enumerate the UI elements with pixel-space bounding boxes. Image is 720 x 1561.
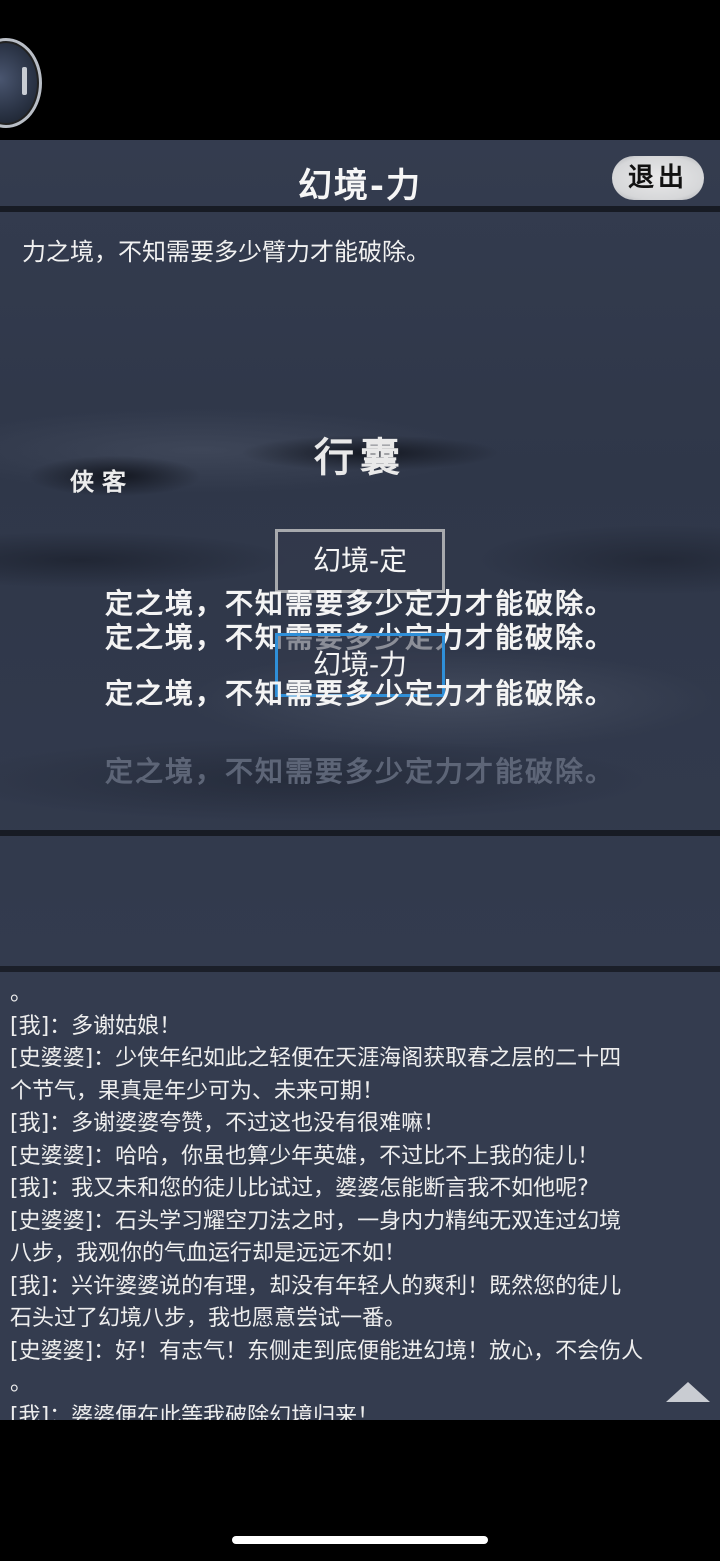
divider — [0, 830, 720, 836]
chat-log[interactable]: 。 [我]：多谢姑娘！ [史婆婆]：少侠年纪如此之轻便在天涯海阁获取春之层的二十… — [0, 966, 720, 1420]
chat-line: [我]：我又未和您的徒儿比试过，婆婆怎能断言我不如他呢? — [10, 1176, 589, 1201]
chat-line: [史婆婆]：少侠年纪如此之轻便在天涯海阁获取春之层的二十四 — [10, 1046, 622, 1071]
floating-text-line: 定之境，不知需要多少定力才能破除。 — [104, 677, 615, 710]
chat-line: [我]：多谢婆婆夸赞，不过这也没有很难嘛！ — [10, 1111, 446, 1136]
chat-line: 石头过了幻境八步，我也愿意尝试一番。 — [10, 1306, 407, 1331]
chat-line: [史婆婆]：好！有志气！东侧走到底便能进幻境！放心，不会伤人 — [10, 1338, 644, 1364]
chat-line: [史婆婆]：石头学习耀空刀法之时，一身内力精纯无双连过幻境 — [10, 1208, 622, 1234]
chat-line: [我]：婆婆便在此等我破除幻境归来！ — [10, 1403, 380, 1421]
home-indicator[interactable] — [232, 1536, 488, 1544]
chat-line: 个节气，果真是年少可为、未来可期！ — [10, 1078, 385, 1104]
dialog-description: 力之境，不知需要多少臂力才能破除。 — [22, 238, 430, 266]
inventory-title: 行囊 — [314, 434, 406, 481]
game-screen: 幻境-力 退出 力之境，不知需要多少臂力才能破除。 行囊 侠客 幻境-定 定之境… — [0, 0, 720, 1561]
player-avatar-icon[interactable] — [0, 38, 42, 128]
scroll-up-icon[interactable] — [666, 1382, 710, 1402]
chat-line: [史婆婆]：哈哈，你虽也算少年英雄，不过比不上我的徒儿！ — [10, 1143, 600, 1169]
hero-tab-label: 侠客 — [70, 467, 134, 496]
dialog-header: 幻境-力 退出 — [0, 140, 720, 212]
floating-text-line: 定之境，不知需要多少定力才能破除。 — [104, 755, 615, 788]
chat-line: [我]：兴许婆婆说的有理，却没有年轻人的爽利！既然您的徒儿 — [10, 1273, 622, 1299]
exit-button[interactable]: 退出 — [612, 156, 704, 200]
chat-line: 。 — [10, 981, 33, 1006]
chat-line: 八步，我观你的气血运行却是远远不如！ — [10, 1241, 407, 1266]
illusion-dialog: 幻境-力 退出 力之境，不知需要多少臂力才能破除。 行囊 侠客 幻境-定 定之境… — [0, 140, 720, 968]
chat-line: [我]：多谢姑娘！ — [10, 1013, 182, 1039]
chat-line: 。 — [10, 1371, 33, 1396]
